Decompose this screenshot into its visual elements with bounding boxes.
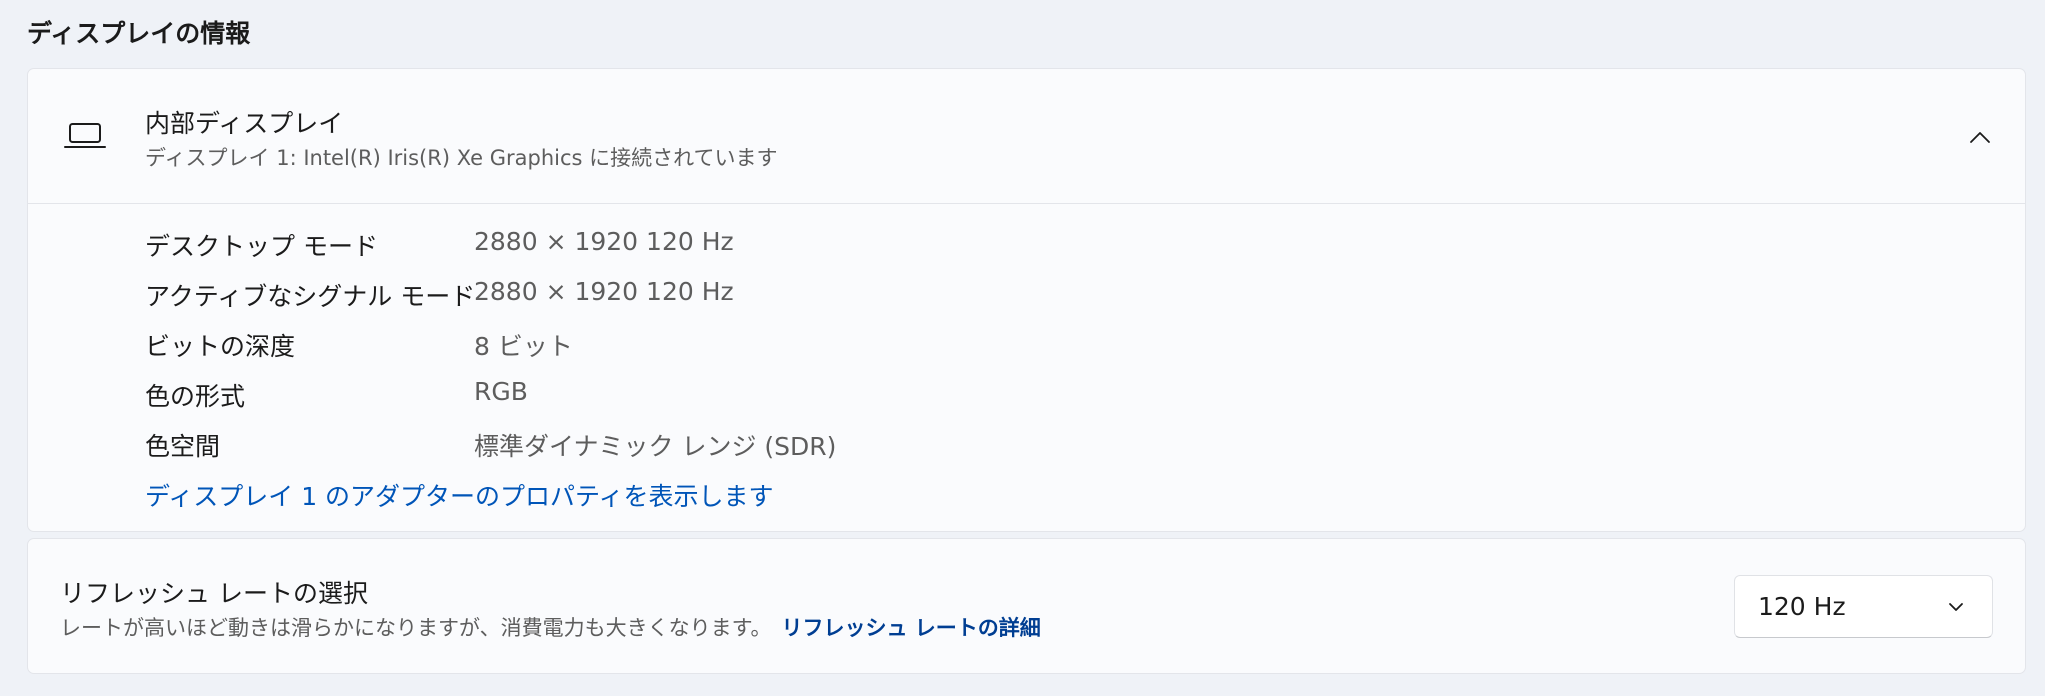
chevron-up-icon[interactable]: [1968, 126, 1992, 150]
refresh-rate-description-row: レートが高いほど動きは滑らかになりますが、消費電力も大きくなります。 リフレッシュ…: [60, 612, 1041, 642]
display-connection-info: ディスプレイ 1: Intel(R) Iris(R) Xe Graphics に…: [145, 146, 778, 170]
display-card-header[interactable]: 内部ディスプレイ ディスプレイ 1: Intel(R) Iris(R) Xe G…: [28, 69, 2025, 204]
color-format-value: RGB: [474, 377, 528, 406]
desktop-mode-value: 2880 × 1920 120 Hz: [474, 227, 734, 256]
refresh-rate-title: リフレッシュ レートの選択: [60, 579, 368, 608]
color-format-label: 色の形式: [145, 382, 246, 411]
refresh-rate-card: リフレッシュ レートの選択 レートが高いほど動きは滑らかになりますが、消費電力も…: [27, 538, 2026, 674]
color-space-value: 標準ダイナミック レンジ (SDR): [474, 432, 837, 461]
color-space-label: 色空間: [145, 432, 221, 461]
refresh-rate-details-link[interactable]: リフレッシュ レートの詳細: [781, 616, 1040, 640]
refresh-rate-selected-value: 120 Hz: [1758, 592, 1846, 621]
display-name: 内部ディスプレイ: [145, 109, 344, 138]
display-info-card: 内部ディスプレイ ディスプレイ 1: Intel(R) Iris(R) Xe G…: [27, 68, 2026, 532]
desktop-mode-label: デスクトップ モード: [145, 232, 378, 261]
laptop-icon: [64, 123, 106, 148]
bit-depth-value: 8 ビット: [474, 332, 573, 361]
adapter-properties-link[interactable]: ディスプレイ 1 のアダプターのプロパティを表示します: [145, 477, 774, 513]
refresh-rate-description: レートが高いほど動きは滑らかになりますが、消費電力も大きくなります。: [60, 616, 772, 640]
chevron-down-icon: [1949, 603, 1963, 611]
section-title: ディスプレイの情報: [27, 19, 251, 48]
active-signal-mode-value: 2880 × 1920 120 Hz: [474, 277, 734, 306]
active-signal-mode-label: アクティブなシグナル モード: [145, 282, 476, 311]
bit-depth-label: ビットの深度: [145, 332, 296, 361]
refresh-rate-dropdown[interactable]: 120 Hz: [1734, 575, 1993, 638]
